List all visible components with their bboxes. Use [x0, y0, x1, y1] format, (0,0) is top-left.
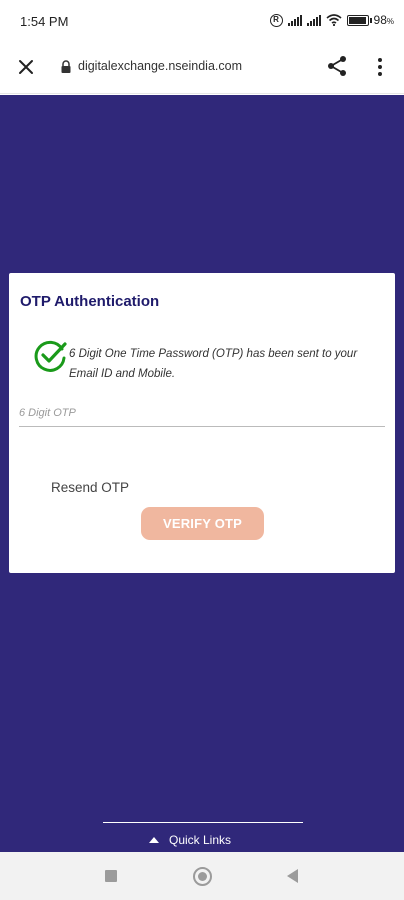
card-title: OTP Authentication: [20, 293, 160, 310]
close-icon[interactable]: [14, 55, 38, 79]
otp-card: OTP Authentication 6 Digit One Time Pass…: [9, 273, 395, 573]
battery-fill: [348, 16, 367, 24]
otp-input[interactable]: [19, 391, 385, 427]
status-icons: R 98%: [269, 13, 394, 27]
system-nav-bar: [0, 852, 404, 900]
quick-links-label: Quick Links: [169, 833, 232, 847]
browser-toolbar: digitalexchange.nseindia.com: [0, 44, 404, 94]
r-circle-icon: R: [269, 13, 283, 27]
share-icon[interactable]: [325, 54, 349, 78]
battery-icon: [346, 14, 372, 26]
verify-otp-button[interactable]: VERIFY OTP: [141, 507, 264, 540]
resend-otp-link[interactable]: Resend OTP: [51, 480, 129, 495]
status-bar: 1:54 PM R 98%: [0, 0, 404, 44]
recents-icon[interactable]: [105, 870, 117, 882]
url-text[interactable]: digitalexchange.nseindia.com: [78, 59, 242, 73]
back-icon[interactable]: [287, 869, 298, 883]
battery-unit: %: [386, 17, 394, 26]
quick-links-toggle[interactable]: Quick Links: [149, 833, 231, 847]
signal-icon: [287, 14, 302, 26]
quick-links-divider: [103, 822, 303, 823]
caret-up-icon: [149, 837, 159, 843]
lock-icon: [61, 60, 71, 73]
more-vert-icon[interactable]: [370, 54, 390, 80]
home-icon[interactable]: [193, 867, 212, 886]
signal-icon: [306, 14, 321, 26]
battery-value: 98: [373, 13, 387, 27]
wifi-icon: [325, 14, 342, 26]
otp-sent-message: 6 Digit One Time Password (OTP) has been…: [69, 348, 358, 380]
status-time: 1:54 PM: [20, 14, 69, 29]
check-circle-icon: [34, 340, 67, 372]
page-content: OTP Authentication 6 Digit One Time Pass…: [0, 95, 404, 852]
battery-percent: 98%: [374, 13, 394, 27]
